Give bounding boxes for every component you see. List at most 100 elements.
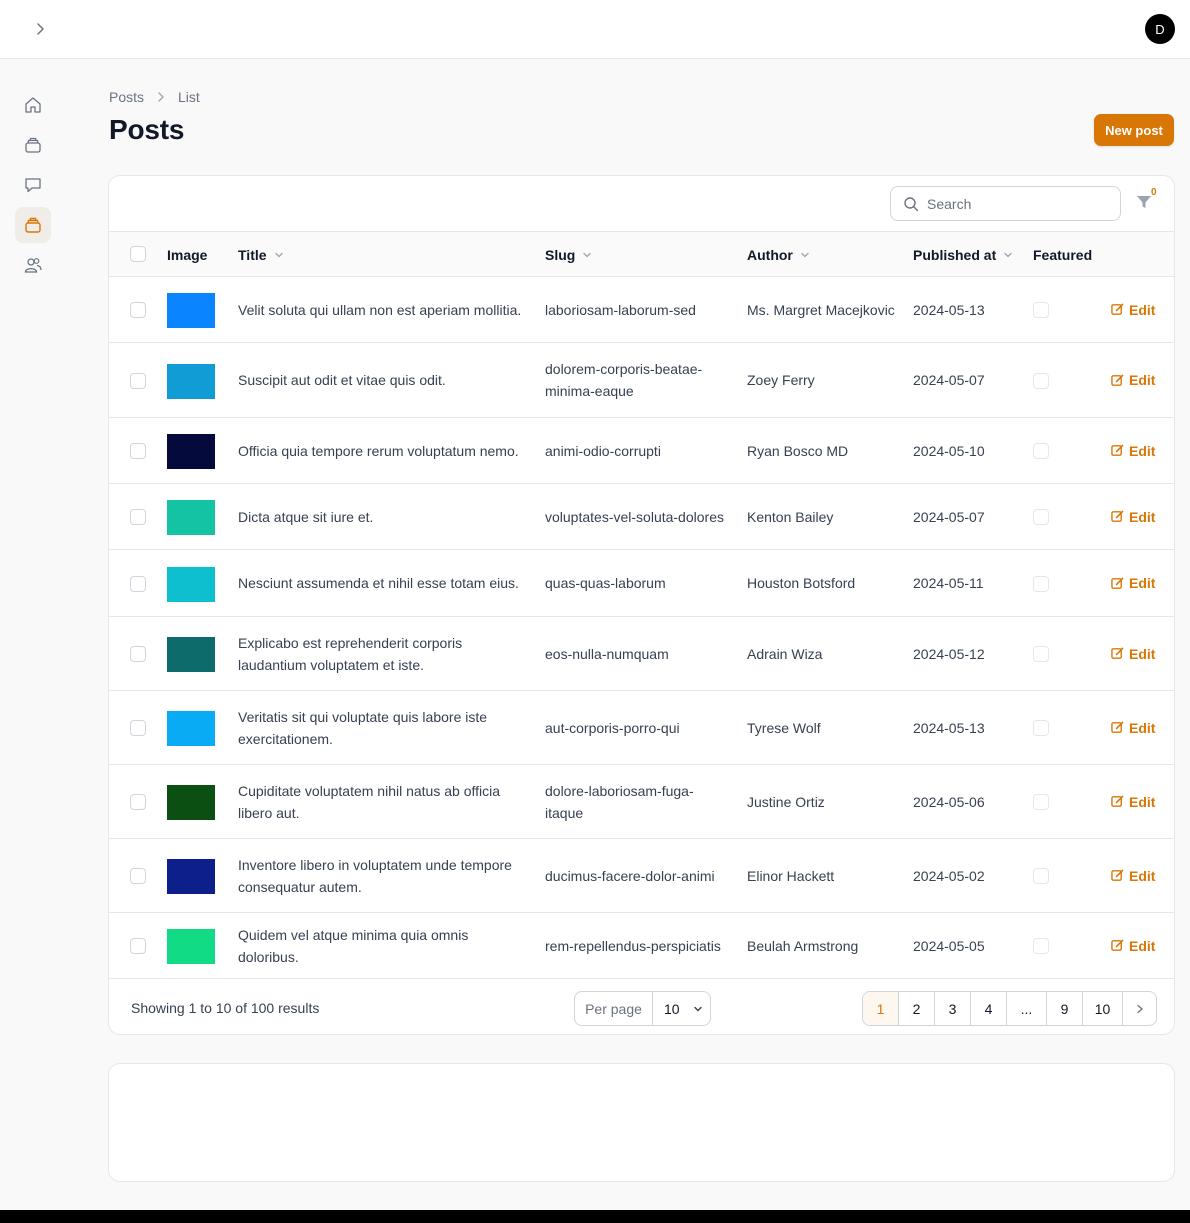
row-checkbox[interactable] bbox=[130, 938, 146, 954]
sidebar-item-posts[interactable] bbox=[15, 207, 51, 243]
featured-toggle[interactable] bbox=[1033, 720, 1049, 736]
edit-button[interactable]: Edit bbox=[1111, 418, 1155, 483]
post-published-at: 2024-05-02 bbox=[913, 867, 985, 884]
row-checkbox[interactable] bbox=[130, 302, 146, 318]
chevron-down-icon bbox=[1003, 250, 1013, 260]
post-author: Beulah Armstrong bbox=[747, 937, 859, 954]
page-button[interactable]: 3 bbox=[935, 992, 971, 1025]
row-checkbox[interactable] bbox=[130, 794, 146, 810]
edit-button[interactable]: Edit bbox=[1111, 617, 1155, 690]
page-button[interactable]: 1 bbox=[863, 992, 899, 1025]
sidebar-item-dashboard[interactable] bbox=[15, 87, 51, 123]
column-header-author[interactable]: Author bbox=[747, 232, 810, 277]
page-title: Posts bbox=[109, 114, 185, 145]
chevron-right-icon bbox=[37, 23, 44, 35]
edit-button[interactable]: Edit bbox=[1111, 765, 1155, 838]
row-checkbox[interactable] bbox=[130, 373, 146, 389]
post-title: Officia quia tempore rerum voluptatum ne… bbox=[238, 442, 519, 459]
pencil-square-icon bbox=[1111, 869, 1124, 881]
featured-toggle[interactable] bbox=[1033, 302, 1049, 318]
filter-button[interactable]: 0 bbox=[1135, 187, 1157, 215]
edit-button[interactable]: Edit bbox=[1111, 277, 1155, 342]
table-row: Explicabo est reprehenderit corporis lau… bbox=[109, 617, 1174, 691]
post-title: Suscipit aut odit et vitae quis odit. bbox=[238, 372, 446, 388]
next-page-button[interactable] bbox=[1123, 992, 1156, 1025]
chevron-right-icon bbox=[156, 92, 166, 102]
chat-bubble-icon bbox=[25, 178, 41, 193]
post-title: Explicabo est reprehenderit corporis lau… bbox=[238, 634, 463, 673]
featured-toggle[interactable] bbox=[1033, 443, 1049, 459]
row-checkbox[interactable] bbox=[130, 646, 146, 662]
breadcrumb-item-posts[interactable]: Posts bbox=[109, 89, 144, 105]
pencil-square-icon bbox=[1111, 795, 1124, 807]
edit-button[interactable]: Edit bbox=[1111, 343, 1155, 417]
featured-toggle[interactable] bbox=[1033, 509, 1049, 525]
per-page-label: Per page bbox=[575, 992, 653, 1025]
featured-toggle[interactable] bbox=[1033, 794, 1049, 810]
post-title: Velit soluta qui ullam non est aperiam m… bbox=[238, 301, 522, 318]
edit-button[interactable]: Edit bbox=[1111, 913, 1155, 978]
row-checkbox[interactable] bbox=[130, 576, 146, 592]
column-header-published-at[interactable]: Published at bbox=[913, 232, 1013, 277]
post-title: Quidem vel atque minima quia omnis dolor… bbox=[238, 926, 469, 965]
featured-toggle[interactable] bbox=[1033, 938, 1049, 954]
page-button[interactable]: 9 bbox=[1047, 992, 1083, 1025]
post-title: Veritatis sit qui voluptate quis labore … bbox=[238, 708, 488, 747]
row-checkbox[interactable] bbox=[130, 509, 146, 525]
row-checkbox[interactable] bbox=[130, 720, 146, 736]
table-row: Suscipit aut odit et vitae quis odit. dol… bbox=[109, 343, 1174, 418]
page-button[interactable]: 10 bbox=[1083, 992, 1123, 1025]
results-summary: Showing 1 to 10 of 100 results bbox=[131, 999, 320, 1016]
sidebar-item-users[interactable] bbox=[15, 247, 51, 283]
per-page-select[interactable]: Per page 10 bbox=[574, 991, 711, 1026]
post-published-at: 2024-05-05 bbox=[913, 937, 985, 954]
post-thumbnail bbox=[167, 929, 215, 964]
select-all-checkbox[interactable] bbox=[130, 246, 146, 262]
pagination: 1 2 3 4 ... 9 10 bbox=[862, 991, 1157, 1026]
post-slug: laboriosam-laborum-sed bbox=[545, 301, 696, 318]
featured-toggle[interactable] bbox=[1033, 576, 1049, 592]
table-row: Nesciunt assumenda et nihil esse totam e… bbox=[109, 550, 1174, 617]
table-row: Velit soluta qui ullam non est aperiam m… bbox=[109, 277, 1174, 343]
edit-button[interactable]: Edit bbox=[1111, 484, 1155, 549]
page-button[interactable]: 2 bbox=[899, 992, 935, 1025]
post-thumbnail bbox=[167, 785, 215, 820]
post-published-at: 2024-05-07 bbox=[913, 372, 985, 388]
featured-toggle[interactable] bbox=[1033, 646, 1049, 662]
column-header-title[interactable]: Title bbox=[238, 232, 284, 277]
new-post-button[interactable]: New post bbox=[1094, 114, 1174, 146]
page-button[interactable]: 4 bbox=[971, 992, 1007, 1025]
post-title: Nesciunt assumenda et nihil esse totam e… bbox=[238, 575, 519, 591]
search-input[interactable] bbox=[927, 195, 1107, 212]
post-author: Adrain Wiza bbox=[747, 645, 823, 662]
row-checkbox[interactable] bbox=[130, 443, 146, 459]
post-author: Tyrese Wolf bbox=[747, 719, 821, 736]
post-thumbnail bbox=[167, 711, 215, 746]
per-page-value[interactable]: 10 bbox=[653, 992, 710, 1025]
row-checkbox[interactable] bbox=[130, 868, 146, 884]
edit-button[interactable]: Edit bbox=[1111, 550, 1155, 616]
sidebar-toggle-button[interactable] bbox=[28, 17, 52, 41]
avatar[interactable]: D bbox=[1145, 14, 1175, 44]
featured-toggle[interactable] bbox=[1033, 373, 1049, 389]
post-published-at: 2024-05-07 bbox=[913, 508, 985, 525]
sidebar-item-categories[interactable] bbox=[15, 127, 51, 163]
post-author: Ms. Margret Macejkovic bbox=[747, 301, 895, 318]
table-row: Quidem vel atque minima quia omnis dolor… bbox=[109, 913, 1174, 979]
pencil-square-icon bbox=[1111, 939, 1124, 951]
pencil-square-icon bbox=[1111, 510, 1124, 522]
column-header-featured: Featured bbox=[1033, 246, 1093, 263]
pencil-square-icon bbox=[1111, 577, 1124, 589]
post-published-at: 2024-05-13 bbox=[913, 301, 985, 318]
post-title: Cupiditate voluptatem nihil natus ab off… bbox=[238, 782, 501, 821]
post-published-at: 2024-05-12 bbox=[913, 645, 985, 662]
featured-toggle[interactable] bbox=[1033, 868, 1049, 884]
table-row: Officia quia tempore rerum voluptatum ne… bbox=[109, 418, 1174, 484]
edit-button[interactable]: Edit bbox=[1111, 691, 1155, 764]
post-thumbnail bbox=[167, 364, 215, 399]
edit-button[interactable]: Edit bbox=[1111, 839, 1155, 912]
sidebar-item-comments[interactable] bbox=[15, 167, 51, 203]
search-box[interactable] bbox=[890, 186, 1121, 221]
column-header-slug[interactable]: Slug bbox=[545, 232, 592, 277]
table-row: Dicta atque sit iure et. voluptates-vel-s… bbox=[109, 484, 1174, 550]
